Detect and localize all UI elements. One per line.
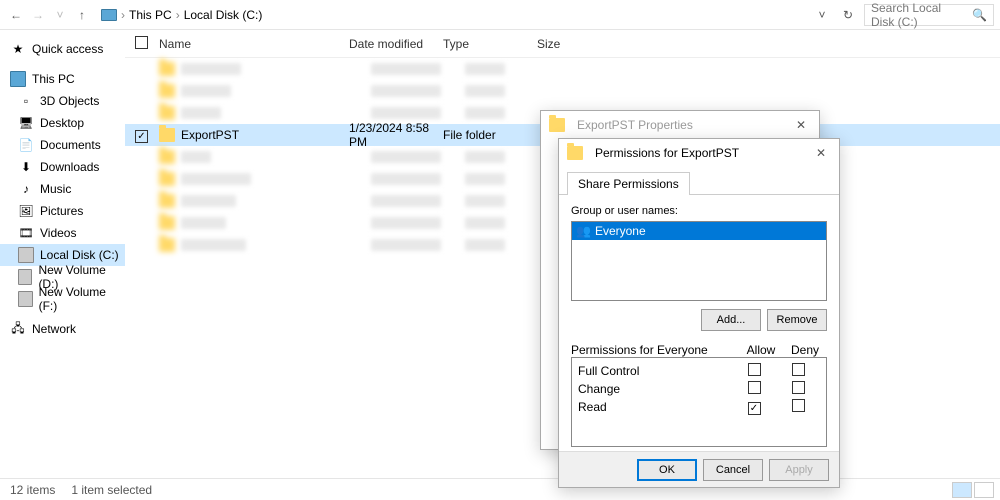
row-checkbox[interactable]: ✓ [135, 130, 148, 143]
cancel-button[interactable]: Cancel [703, 459, 763, 481]
perm-row-change: Change [578, 380, 820, 398]
add-button[interactable]: Add... [701, 309, 761, 331]
col-name[interactable]: Name [159, 37, 349, 51]
col-date[interactable]: Date modified [349, 37, 443, 51]
music-icon: ♪ [18, 181, 34, 197]
drive-icon [18, 269, 32, 285]
folder-icon [159, 128, 175, 142]
sidebar-item-music[interactable]: ♪Music [0, 178, 125, 200]
sidebar-item-videos[interactable]: 🎞Videos [0, 222, 125, 244]
sidebar-item-3d[interactable]: ▫3D Objects [0, 90, 125, 112]
sidebar: ★Quick access This PC ▫3D Objects 🖥Deskt… [0, 30, 125, 470]
status-bar: 12 items 1 item selected [0, 478, 1000, 500]
sidebar-network[interactable]: 🖧Network [0, 318, 125, 340]
breadcrumb-drive[interactable]: Local Disk (C:) [184, 8, 263, 22]
chevron-right-icon: › [176, 8, 180, 22]
sidebar-item-documents[interactable]: 📄Documents [0, 134, 125, 156]
user-everyone[interactable]: 👥 Everyone [572, 222, 826, 240]
sidebar-this-pc[interactable]: This PC [0, 68, 125, 90]
tab-share-permissions[interactable]: Share Permissions [567, 172, 690, 195]
allow-checkbox[interactable]: ✓ [748, 402, 761, 415]
allow-checkbox[interactable] [748, 363, 761, 376]
file-type: File folder [443, 128, 537, 142]
breadcrumb[interactable]: › This PC › Local Disk (C:) [94, 4, 810, 26]
back-button[interactable]: ← [6, 5, 26, 25]
search-input[interactable]: Search Local Disk (C:) 🔍 [864, 4, 994, 26]
forward-button: → [28, 5, 48, 25]
group-label: Group or user names: [571, 205, 827, 217]
search-icon: 🔍 [972, 8, 987, 22]
allow-checkbox[interactable] [748, 381, 761, 394]
drive-icon [18, 291, 33, 307]
file-name: ExportPST [181, 128, 349, 142]
folder-icon: ▫ [18, 93, 34, 109]
downloads-icon: ⬇ [18, 159, 34, 175]
column-headers: Name Date modified Type Size [125, 30, 1000, 58]
chevron-right-icon: › [121, 8, 125, 22]
refresh-button[interactable]: ↻ [838, 5, 858, 25]
search-placeholder: Search Local Disk (C:) [871, 1, 966, 29]
network-icon: 🖧 [10, 321, 26, 337]
ok-button[interactable]: OK [637, 459, 697, 481]
recent-dropdown[interactable]: ˅ [50, 5, 70, 25]
file-row[interactable] [125, 58, 1000, 80]
col-type[interactable]: Type [443, 37, 537, 51]
star-icon: ★ [10, 41, 26, 57]
perm-header-deny: Deny [783, 343, 827, 357]
close-button[interactable]: ✕ [811, 146, 831, 160]
dropdown-icon[interactable]: ˅ [812, 5, 832, 25]
dialog-title: Permissions for ExportPST [595, 146, 739, 160]
sidebar-item-downloads[interactable]: ⬇Downloads [0, 156, 125, 178]
breadcrumb-root[interactable]: This PC [129, 8, 172, 22]
documents-icon: 📄 [18, 137, 34, 153]
apply-button: Apply [769, 459, 829, 481]
perm-header-allow: Allow [739, 343, 783, 357]
deny-checkbox[interactable] [792, 363, 805, 376]
status-item-count: 12 items [10, 483, 55, 497]
videos-icon: 🎞 [18, 225, 34, 241]
desktop-icon: 🖥 [18, 115, 34, 131]
deny-checkbox[interactable] [792, 381, 805, 394]
permissions-dialog: Permissions for ExportPST ✕ Share Permis… [558, 138, 840, 488]
status-selected: 1 item selected [71, 483, 152, 497]
pc-icon [10, 71, 26, 87]
perm-header-label: Permissions for Everyone [571, 343, 739, 357]
remove-button[interactable]: Remove [767, 309, 827, 331]
pictures-icon: 🖼 [18, 203, 34, 219]
folder-icon [567, 146, 583, 160]
folder-icon [549, 118, 565, 132]
sidebar-item-pictures[interactable]: 🖼Pictures [0, 200, 125, 222]
view-large-button[interactable] [974, 482, 994, 498]
sidebar-quick-access[interactable]: ★Quick access [0, 38, 125, 60]
dialog-title: ExportPST Properties [577, 118, 693, 132]
sidebar-item-desktop[interactable]: 🖥Desktop [0, 112, 125, 134]
col-size[interactable]: Size [537, 37, 597, 51]
close-button[interactable]: ✕ [791, 118, 811, 132]
sidebar-item-new-volume-f[interactable]: New Volume (F:) [0, 288, 125, 310]
users-icon: 👥 [576, 224, 591, 238]
file-date: 1/23/2024 8:58 PM [349, 121, 443, 149]
drive-icon [18, 247, 34, 263]
file-row[interactable] [125, 80, 1000, 102]
perm-row-read: Read✓ [578, 398, 820, 416]
user-list[interactable]: 👥 Everyone [571, 221, 827, 301]
deny-checkbox[interactable] [792, 399, 805, 412]
permissions-list: Full Control Change Read✓ [571, 357, 827, 447]
pc-icon [101, 9, 117, 21]
perm-row-full-control: Full Control [578, 362, 820, 380]
up-button[interactable]: ↑ [72, 5, 92, 25]
view-details-button[interactable] [952, 482, 972, 498]
select-all-checkbox[interactable] [135, 36, 148, 49]
